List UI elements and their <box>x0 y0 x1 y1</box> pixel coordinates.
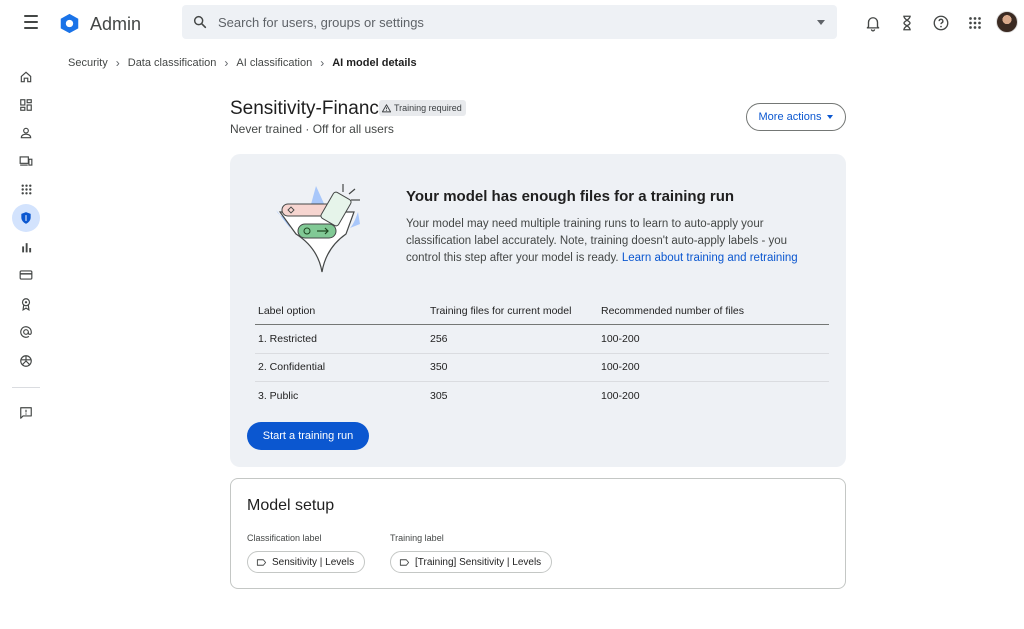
sidebar-item-users[interactable] <box>12 119 40 147</box>
classification-label-caption: Classification label <box>247 533 322 543</box>
app-title: Admin <box>90 14 142 34</box>
training-files-cell: 256 <box>430 332 448 345</box>
recommended-files-cell: 100-200 <box>601 390 640 403</box>
rules-icon <box>21 298 31 311</box>
top-bar: Admin <box>0 0 1024 46</box>
recommended-files-cell: 100-200 <box>601 361 640 374</box>
column-header-label-option: Label option <box>258 305 316 317</box>
model-setup-title: Model setup <box>247 497 335 514</box>
search-options-dropdown-icon[interactable] <box>817 20 825 25</box>
sidebar-item-billing[interactable] <box>12 261 40 289</box>
status-badge-label: Training required <box>394 103 462 113</box>
sidebar-item-rules[interactable] <box>12 290 40 318</box>
training-label-caption: Training label <box>390 533 444 543</box>
feedback-icon <box>20 407 32 419</box>
globe-icon <box>20 355 32 367</box>
breadcrumb-security[interactable]: Security <box>68 57 108 69</box>
reports-icon <box>21 242 31 252</box>
home-icon <box>20 71 32 83</box>
column-header-recommended-files: Recommended number of files <box>601 305 744 317</box>
table-row: 3. Public 305 100-200 <box>255 382 829 411</box>
sidebar-item-home[interactable] <box>12 63 40 91</box>
dashboard-icon <box>20 99 32 111</box>
chevron-right-icon: › <box>115 56 120 70</box>
search-icon <box>193 15 207 29</box>
label-option-cell: 3. Public <box>258 390 299 403</box>
label-icon <box>256 558 267 566</box>
search-input[interactable] <box>218 5 788 39</box>
page-title: Sensitivity-Finance <box>230 98 390 119</box>
person-icon <box>20 127 32 139</box>
sidebar-item-devices[interactable] <box>12 147 40 175</box>
search-bar[interactable] <box>182 5 837 39</box>
status-badge: Training required <box>379 100 466 116</box>
training-card: Your model has enough files for a traini… <box>230 154 846 467</box>
breadcrumb-current: AI model details <box>332 57 417 69</box>
at-sign-icon <box>20 326 32 338</box>
training-files-table: Label option Training files for current … <box>255 298 829 411</box>
training-label-value: [Training] Sensitivity | Levels <box>415 556 542 568</box>
label-option-cell: 1. Restricted <box>258 332 317 345</box>
table-row: 2. Confidential 350 100-200 <box>255 354 829 382</box>
chevron-right-icon: › <box>320 56 325 70</box>
classification-label-chip[interactable]: Sensitivity | Levels <box>247 551 366 573</box>
training-label-chip[interactable]: [Training] Sensitivity | Levels <box>390 551 553 573</box>
dropdown-arrow-icon <box>827 115 834 119</box>
start-training-run-button[interactable]: Start a training run <box>247 422 369 450</box>
sidebar-item-account[interactable] <box>12 318 40 346</box>
label-option-cell: 2. Confidential <box>258 361 326 374</box>
chevron-right-icon: › <box>224 56 229 70</box>
training-description: Your model may need multiple training ru… <box>406 216 816 267</box>
sidebar-item-apps[interactable] <box>12 175 40 203</box>
admin-window: Admin Security › Data classification › A… <box>0 0 1024 629</box>
training-files-cell: 350 <box>430 361 448 374</box>
table-header-row: Label option Training files for current … <box>255 298 829 325</box>
apps-grid-icon[interactable] <box>966 14 984 32</box>
sidebar-item-security[interactable] <box>12 204 40 232</box>
model-setup-card: Model setup Classification label Sensiti… <box>230 478 846 589</box>
learn-training-link[interactable]: Learn about training and retraining <box>622 252 798 264</box>
training-heading: Your model has enough files for a traini… <box>406 188 735 205</box>
warning-icon <box>382 103 391 112</box>
breadcrumb-data-classification[interactable]: Data classification <box>128 57 217 69</box>
breadcrumb-ai-classification[interactable]: AI classification <box>236 57 312 69</box>
breadcrumb: Security › Data classification › AI clas… <box>68 56 417 70</box>
training-files-cell: 305 <box>430 390 448 403</box>
sidebar-item-reports[interactable] <box>12 233 40 261</box>
label-icon <box>399 558 410 566</box>
sidebar-item-domains[interactable] <box>12 347 40 375</box>
training-illustration-icon <box>276 184 360 273</box>
apps-icon <box>21 184 31 194</box>
classification-label-value: Sensitivity | Levels <box>272 556 355 568</box>
hourglass-icon[interactable] <box>898 14 916 32</box>
page-subtitle: Never trained · Off for all users <box>230 122 394 136</box>
admin-logo-icon <box>60 13 79 34</box>
sidebar-item-feedback[interactable] <box>12 399 40 427</box>
menu-icon[interactable] <box>22 15 40 29</box>
avatar[interactable] <box>996 11 1018 33</box>
more-actions-label: More actions <box>758 111 822 123</box>
sidebar-divider <box>12 387 40 388</box>
more-actions-button[interactable]: More actions <box>746 103 846 131</box>
help-icon[interactable] <box>932 14 950 32</box>
devices-icon <box>19 156 33 166</box>
sidebar-item-dashboard[interactable] <box>12 91 40 119</box>
table-row: 1. Restricted 256 100-200 <box>255 325 829 354</box>
recommended-files-cell: 100-200 <box>601 332 640 345</box>
bell-icon[interactable] <box>864 14 882 32</box>
billing-icon <box>19 270 33 280</box>
shield-icon <box>21 212 31 224</box>
column-header-training-files: Training files for current model <box>430 305 572 317</box>
